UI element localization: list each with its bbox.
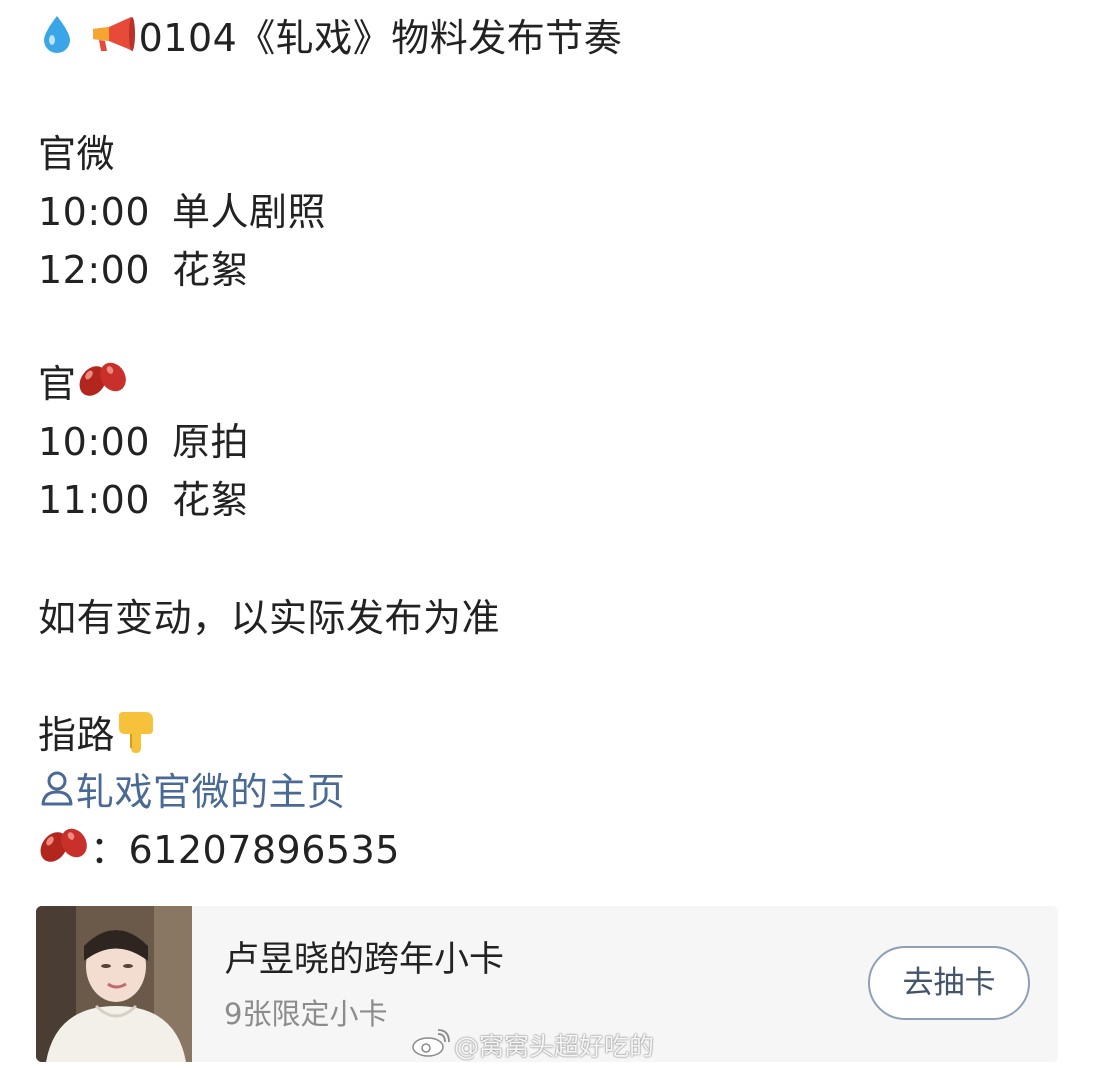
card-thumbnail [36,906,192,1062]
section-heading-text: 官 [38,362,77,406]
schedule-row: 10:00 单人剧照 [38,186,326,238]
profile-link[interactable]: 轧戏官微的主页 [38,766,346,821]
schedule-item: 花絮 [172,248,250,292]
schedule-row: 11:00 花絮 [38,474,249,526]
section-heading-official-bean: 官 [38,358,129,414]
pointing-down-hand-icon [115,708,159,767]
weibo-watermark: @窝窝头超好吃的 [410,1028,654,1064]
schedule-item: 原拍 [172,420,250,464]
schedule-time: 10:00 [38,420,151,464]
schedule-row: 12:00 花絮 [38,244,249,296]
schedule-item: 单人剧照 [172,190,327,234]
post-note: 如有变动，以实际发布为准 [38,596,501,640]
card-subtitle: 9张限定小卡 [224,997,388,1031]
post-title-text: 0104《轧戏》物料发布节奏 [138,16,623,60]
card-title: 卢昱晓的跨年小卡 [224,940,505,980]
red-bean-icon [38,825,90,880]
bean-id-row: ：61207896535 [38,824,400,880]
draw-card-button[interactable]: 去抽卡 [868,946,1030,1020]
post-title: 0104《轧戏》物料发布节奏 [40,12,622,67]
schedule-row: 10:00 原拍 [38,416,249,468]
section-heading-official-weibo: 官微 [38,132,116,176]
schedule-time: 11:00 [38,478,151,522]
person-icon [38,768,76,821]
weibo-logo-icon [410,1028,450,1068]
megaphone-icon [87,14,139,67]
guide-label: 指路 [38,713,116,757]
schedule-time: 12:00 [38,248,151,292]
watermark-text: @窝窝头超好吃的 [454,1032,655,1061]
red-bean-icon [77,359,129,414]
schedule-time: 10:00 [38,190,151,234]
droplet-icon [40,14,74,67]
profile-link-text[interactable]: 轧戏官微的主页 [76,770,346,814]
guide-heading: 指路 [38,708,159,767]
bean-id-text: ：61207896535 [90,828,400,872]
schedule-item: 花絮 [172,478,250,522]
